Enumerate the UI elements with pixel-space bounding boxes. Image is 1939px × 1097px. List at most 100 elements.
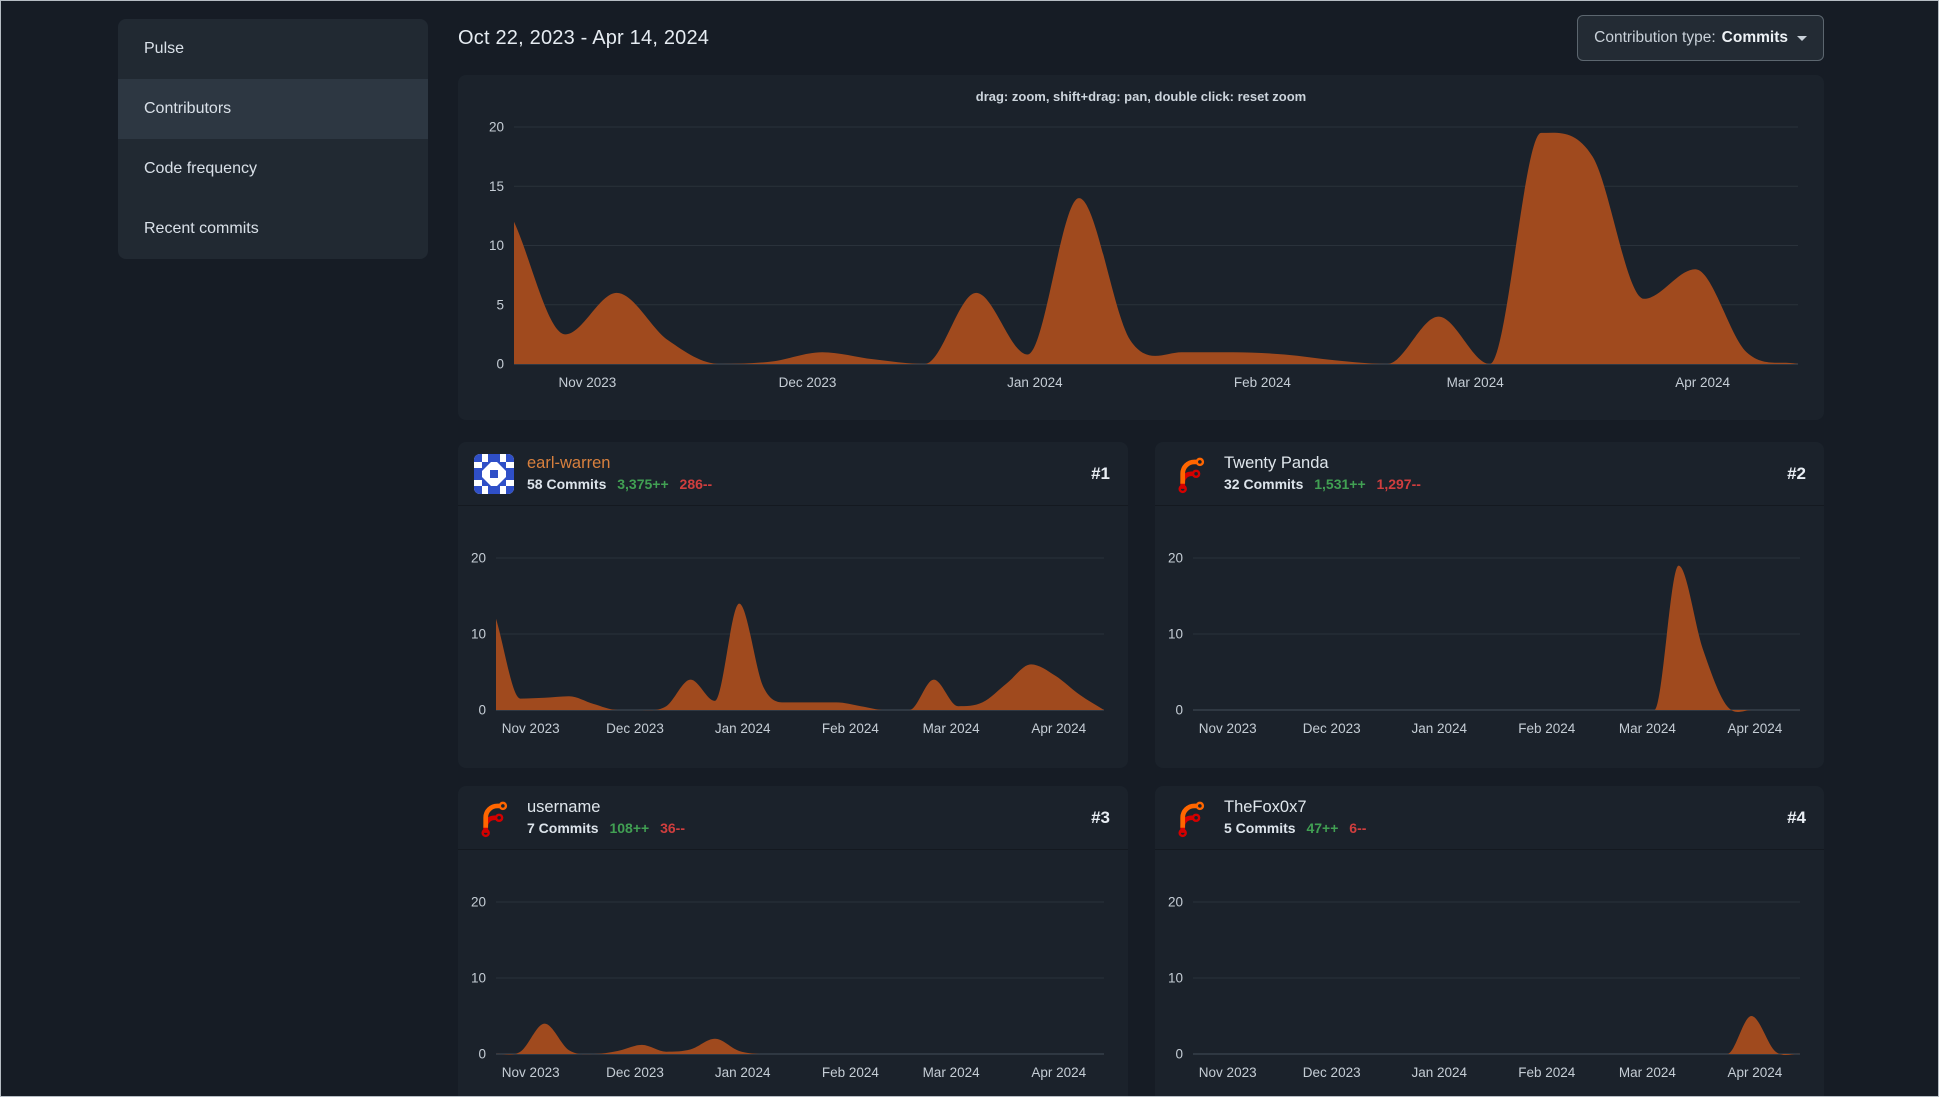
svg-text:0: 0 [478, 1047, 486, 1062]
svg-text:Dec 2023: Dec 2023 [606, 721, 664, 736]
contributor-stats: 5 Commits 47++ 6-- [1224, 820, 1366, 838]
contributor-card-header: TheFox0x7 5 Commits 47++ 6-- #4 [1155, 786, 1824, 850]
additions-count: 47++ [1306, 820, 1339, 837]
contributor-name: TheFox0x7 [1224, 798, 1307, 817]
contributor-name: username [527, 798, 601, 817]
rank-badge: #3 [1091, 807, 1110, 827]
svg-text:Jan 2024: Jan 2024 [1412, 1065, 1468, 1080]
contributors-page: Pulse Contributors Code frequency Recent… [0, 0, 1939, 1097]
svg-text:Jan 2024: Jan 2024 [1007, 375, 1063, 390]
svg-text:0: 0 [478, 703, 486, 718]
svg-text:Nov 2023: Nov 2023 [502, 1065, 560, 1080]
svg-text:Mar 2024: Mar 2024 [923, 721, 981, 736]
svg-text:Apr 2024: Apr 2024 [1675, 375, 1730, 390]
svg-text:Nov 2023: Nov 2023 [1199, 1065, 1257, 1080]
sidebar-item-pulse[interactable]: Pulse [118, 19, 428, 79]
contributor-stats: 7 Commits 108++ 36-- [527, 820, 685, 838]
contributor-card: Twenty Panda 32 Commits 1,531++ 1,297-- … [1155, 442, 1824, 768]
svg-text:10: 10 [471, 971, 486, 986]
contributor-info: Twenty Panda 32 Commits 1,531++ 1,297-- [1224, 453, 1421, 493]
contributor-info: TheFox0x7 5 Commits 47++ 6-- [1224, 797, 1366, 837]
identicon-avatar [474, 453, 514, 494]
rank-badge: #2 [1787, 463, 1806, 483]
svg-text:Jan 2024: Jan 2024 [715, 721, 771, 736]
commit-count: 7 Commits [527, 820, 599, 837]
svg-text:Apr 2024: Apr 2024 [1031, 721, 1086, 736]
contributor-chart[interactable]: 0 10 20 Nov 2023 Dec 2023 Jan 2024 Feb 2024 Mar… [466, 506, 1118, 768]
svg-text:Feb 2024: Feb 2024 [1518, 721, 1576, 736]
contributor-stats: 32 Commits 1,531++ 1,297-- [1224, 476, 1421, 494]
commit-count: 32 Commits [1224, 476, 1304, 493]
svg-text:Jan 2024: Jan 2024 [715, 1065, 771, 1080]
svg-text:Dec 2023: Dec 2023 [606, 1065, 664, 1080]
contributor-card-header: Twenty Panda 32 Commits 1,531++ 1,297-- … [1155, 442, 1824, 506]
svg-text:Nov 2023: Nov 2023 [559, 375, 617, 390]
contributor-name[interactable]: earl-warren [527, 453, 712, 474]
additions-count: 1,531++ [1314, 476, 1366, 493]
commit-count: 58 Commits [527, 476, 607, 493]
contributor-stats: 58 Commits 3,375++ 286-- [527, 476, 712, 494]
forgejo-logo-avatar [474, 798, 514, 838]
svg-text:Mar 2024: Mar 2024 [1447, 375, 1505, 390]
svg-text:Apr 2024: Apr 2024 [1728, 721, 1783, 736]
svg-text:Feb 2024: Feb 2024 [822, 721, 880, 736]
svg-text:20: 20 [489, 120, 504, 135]
svg-text:0: 0 [1175, 703, 1183, 718]
svg-text:10: 10 [489, 238, 504, 253]
forgejo-logo-avatar [1171, 454, 1211, 494]
sidebar-item-code-frequency[interactable]: Code frequency [118, 139, 428, 199]
contributor-info: username 7 Commits 108++ 36-- [527, 797, 685, 837]
contributor-name: Twenty Panda [1224, 454, 1329, 473]
svg-text:Feb 2024: Feb 2024 [822, 1065, 880, 1080]
svg-text:20: 20 [471, 895, 486, 910]
deletions-count: 286-- [679, 476, 713, 493]
svg-text:10: 10 [1168, 971, 1183, 986]
contributor-chart[interactable]: 0 10 20 Nov 2023 Dec 2023 Jan 2024 Feb 2024 Mar… [1163, 850, 1814, 1096]
contributor-info: earl-warren 58 Commits 3,375++ 286-- [527, 453, 712, 493]
additions-count: 108++ [609, 820, 650, 837]
svg-text:Nov 2023: Nov 2023 [502, 721, 560, 736]
contribution-type-dropdown[interactable]: Contribution type: Commits [1577, 15, 1824, 61]
svg-text:Mar 2024: Mar 2024 [923, 1065, 981, 1080]
contributor-card: TheFox0x7 5 Commits 47++ 6-- #4 0 10 20 Nov… [1155, 786, 1824, 1096]
svg-text:Apr 2024: Apr 2024 [1031, 1065, 1086, 1080]
svg-text:Mar 2024: Mar 2024 [1619, 721, 1677, 736]
overall-contributions-chart[interactable]: 0 5 10 15 20 Nov 2023 Dec 2023 Jan 2024 Feb 2024… [476, 107, 1806, 414]
svg-text:20: 20 [1168, 895, 1183, 910]
contribution-type-label: Contribution type: [1594, 29, 1716, 46]
svg-text:10: 10 [1168, 627, 1183, 642]
svg-text:20: 20 [471, 551, 486, 566]
contributor-card: earl-warren 58 Commits 3,375++ 286-- #1 … [458, 442, 1128, 768]
overall-contributions-card: drag: zoom, shift+drag: pan, double clic… [458, 75, 1824, 420]
svg-text:15: 15 [489, 179, 504, 194]
caret-down-icon [1797, 35, 1807, 46]
rank-badge: #1 [1091, 463, 1110, 483]
content-area: Oct 22, 2023 - Apr 14, 2024 Contribution… [458, 1, 1824, 1096]
svg-text:10: 10 [471, 627, 486, 642]
date-range-title: Oct 22, 2023 - Apr 14, 2024 [458, 26, 710, 49]
svg-text:Dec 2023: Dec 2023 [779, 375, 837, 390]
svg-text:Mar 2024: Mar 2024 [1619, 1065, 1677, 1080]
contributor-card-header: earl-warren 58 Commits 3,375++ 286-- #1 [458, 442, 1128, 506]
sidebar-item-contributors[interactable]: Contributors [118, 79, 428, 139]
contributor-card: username 7 Commits 108++ 36-- #3 0 10 20 No… [458, 786, 1128, 1096]
svg-text:Nov 2023: Nov 2023 [1199, 721, 1257, 736]
commit-count: 5 Commits [1224, 820, 1296, 837]
activity-sidebar: Pulse Contributors Code frequency Recent… [118, 19, 428, 259]
svg-text:Dec 2023: Dec 2023 [1303, 1065, 1361, 1080]
contributor-cards-grid: earl-warren 58 Commits 3,375++ 286-- #1 … [458, 442, 1824, 1096]
contribution-type-value: Commits [1721, 29, 1788, 46]
chart-zoom-hint: drag: zoom, shift+drag: pan, double clic… [975, 89, 1307, 104]
additions-count: 3,375++ [617, 476, 669, 493]
deletions-count: 6-- [1349, 820, 1367, 837]
contributor-chart[interactable]: 0 10 20 Nov 2023 Dec 2023 Jan 2024 Feb 2024 Mar… [466, 850, 1118, 1096]
svg-text:0: 0 [1175, 1047, 1183, 1062]
forgejo-logo-avatar [1171, 798, 1211, 838]
svg-text:20: 20 [1168, 551, 1183, 566]
sidebar-item-recent-commits[interactable]: Recent commits [118, 199, 428, 259]
contributor-chart[interactable]: 0 10 20 Nov 2023 Dec 2023 Jan 2024 Feb 2024 Mar… [1163, 506, 1814, 768]
svg-text:Apr 2024: Apr 2024 [1728, 1065, 1783, 1080]
svg-text:5: 5 [496, 298, 504, 313]
content-header: Oct 22, 2023 - Apr 14, 2024 Contribution… [458, 1, 1824, 75]
deletions-count: 36-- [660, 820, 685, 837]
